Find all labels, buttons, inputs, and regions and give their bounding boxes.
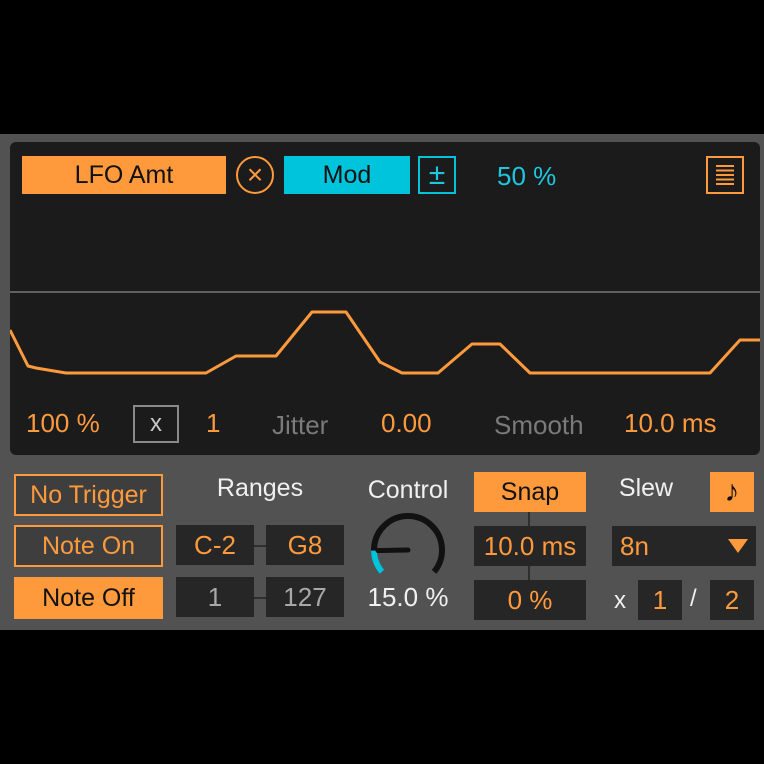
note-high-field[interactable]: G8 (266, 525, 344, 565)
slew-numerator-field[interactable]: 1 (638, 580, 682, 620)
velocity-low-field[interactable]: 1 (176, 577, 254, 617)
note-off-button[interactable]: Note Off (14, 577, 163, 619)
control-value[interactable]: 15.0 % (352, 581, 464, 613)
snap-link-line (528, 512, 530, 526)
slew-label: Slew (618, 474, 674, 502)
range-link-line (254, 597, 266, 599)
slew-rate-value: 8n (620, 530, 649, 561)
smooth-value[interactable]: 10.0 ms (624, 406, 717, 440)
snap-button[interactable]: Snap (474, 472, 586, 512)
jitter-value[interactable]: 0.00 (381, 406, 432, 440)
slew-slash: / (690, 585, 697, 612)
lfo-display: LFO Amt × Mod ± 50 % 100 % x 1 Jitter 0.… (10, 142, 760, 455)
control-knob[interactable] (366, 510, 450, 584)
no-trigger-label: No Trigger (30, 480, 147, 509)
note-low-field[interactable]: C-2 (176, 525, 254, 565)
device-panel: LFO Amt × Mod ± 50 % 100 % x 1 Jitter 0.… (0, 134, 764, 630)
multiplier-value[interactable]: 1 (206, 406, 220, 440)
x-toggle-label: x (150, 410, 162, 437)
snap-label: Snap (500, 477, 560, 506)
depth-value[interactable]: 100 % (26, 406, 100, 440)
dropdown-triangle-icon (728, 539, 748, 553)
slew-x-label: x (614, 587, 626, 614)
velocity-high-field[interactable]: 127 (266, 577, 344, 617)
music-note-symbol: ♪ (724, 475, 740, 508)
jitter-label: Jitter (272, 410, 329, 440)
snap-percent-field[interactable]: 0 % (474, 580, 586, 620)
smooth-label: Smooth (494, 410, 584, 440)
note-off-label: Note Off (42, 583, 135, 612)
range-link-line (254, 545, 266, 547)
note-on-label: Note On (41, 531, 136, 560)
music-note-icon[interactable]: ♪ (710, 472, 754, 512)
slew-rate-dropdown[interactable]: 8n (612, 526, 756, 566)
control-label: Control (367, 476, 449, 504)
note-on-button[interactable]: Note On (14, 525, 163, 567)
ranges-label: Ranges (216, 474, 304, 502)
no-trigger-button[interactable]: No Trigger (14, 474, 163, 516)
snap-time-field[interactable]: 10.0 ms (474, 526, 586, 566)
x-toggle[interactable]: x (133, 405, 179, 443)
slew-denominator-field[interactable]: 2 (710, 580, 754, 620)
snap-link-line (528, 566, 530, 580)
